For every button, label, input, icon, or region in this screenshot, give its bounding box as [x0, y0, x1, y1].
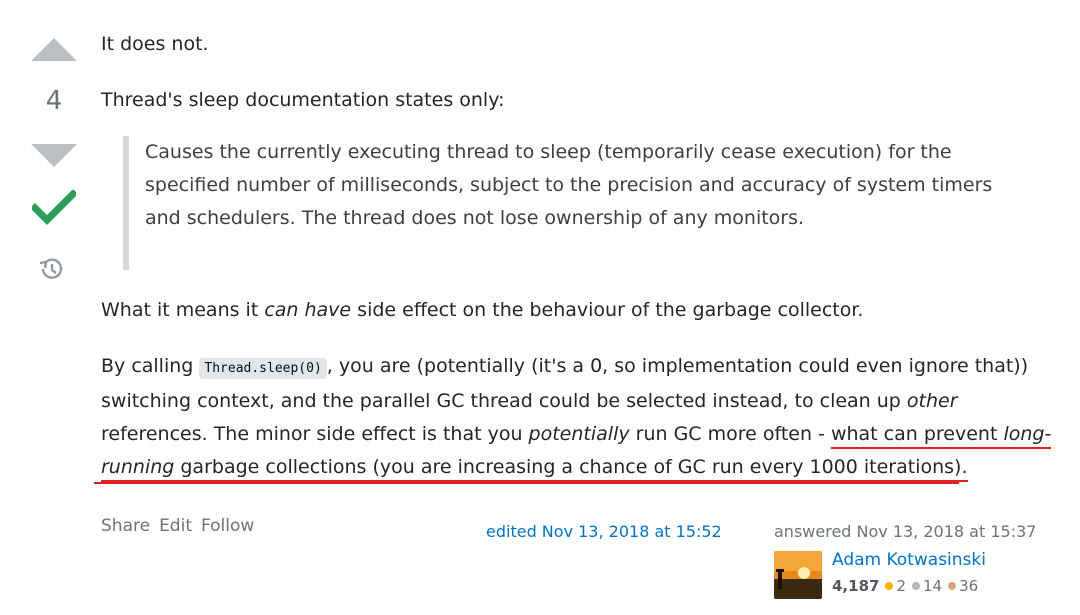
gold-badge-count: 2	[896, 577, 906, 595]
follow-link[interactable]: Follow	[201, 516, 254, 536]
inline-code: Thread.sleep(0)	[199, 358, 327, 379]
answer-paragraph: By calling Thread.sleep(0), you are (pot…	[101, 350, 1061, 484]
share-link[interactable]: Share	[101, 516, 150, 536]
edit-link[interactable]: Edit	[159, 516, 192, 536]
gold-badge-icon	[885, 582, 894, 590]
answered-timestamp: answered Nov 13, 2018 at 15:37	[774, 522, 1037, 541]
reputation-score: 4,187	[832, 577, 880, 595]
upvote-arrow-icon[interactable]	[31, 38, 77, 61]
silver-badge-count: 14	[923, 577, 943, 595]
post-menu: Share Edit Follow	[101, 516, 263, 536]
red-underline-annotation	[94, 482, 959, 484]
user-name-link[interactable]: Adam Kotwasinski	[832, 550, 986, 570]
answer-paragraph: It does not.	[101, 33, 209, 55]
bronze-badge-icon	[948, 582, 957, 590]
user-card: answered Nov 13, 2018 at 15:37 Adam Kotw…	[774, 522, 1074, 599]
history-icon[interactable]	[36, 254, 66, 284]
vote-count: 4	[45, 86, 63, 116]
answer-paragraph: Thread's sleep documentation states only…	[101, 89, 505, 111]
bronze-badge-count: 36	[959, 577, 979, 595]
avatar[interactable]	[774, 551, 822, 599]
edited-timestamp-link[interactable]: edited Nov 13, 2018 at 15:52	[486, 522, 722, 541]
downvote-arrow-icon[interactable]	[31, 144, 77, 167]
answer-paragraph: What it means it can have side effect on…	[101, 299, 864, 321]
documentation-quote: Causes the currently executing thread to…	[123, 136, 1023, 270]
user-reputation: 4,187 2 14 36	[832, 577, 978, 595]
silver-badge-icon	[912, 582, 920, 590]
accepted-checkmark-icon	[32, 190, 76, 225]
